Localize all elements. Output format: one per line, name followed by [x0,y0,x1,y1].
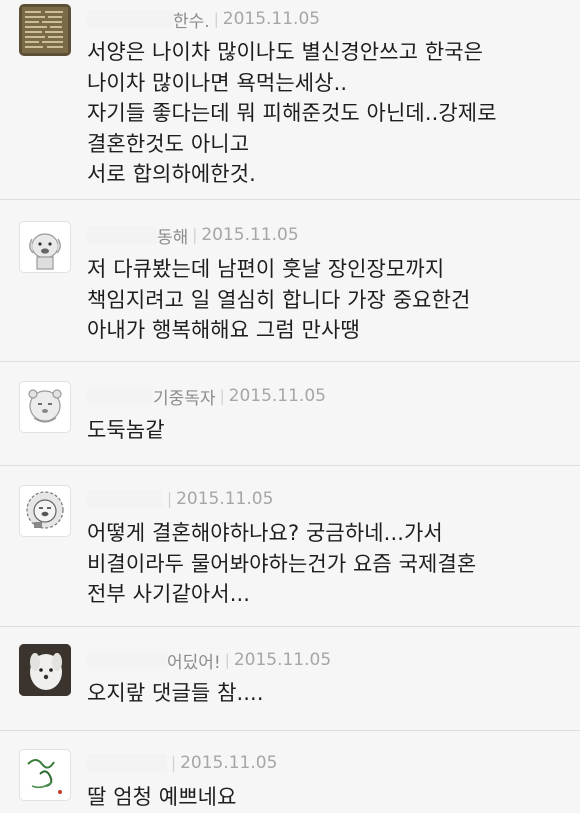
user-avatar[interactable] [19,221,71,273]
divider [0,465,580,466]
blurred-username [87,10,173,28]
meta-separator: | [224,651,230,669]
blurred-username [87,226,157,244]
comment-date: 2015.11.05 [180,753,278,773]
lion-character-icon [26,491,64,529]
meta-separator: | [171,754,177,772]
comment-author[interactable]: 동해 [157,223,188,248]
comment-meta: 한수. | 2015.11.05 [87,6,320,32]
blurred-username [87,387,153,405]
comment-meta: | 2015.11.05 [87,486,273,512]
comment-text: 도둑놈같 [87,418,165,442]
comment-date: 2015.11.05 [176,489,274,509]
comment-meta: 기중독자 | 2015.11.05 [87,383,326,409]
blurred-username [87,651,167,669]
comment-date: 2015.11.05 [201,225,299,245]
comment-list: 한수. | 2015.11.05 서양은 나이차 많이나도 별신경안쓰고 한국은… [0,0,580,812]
comment-date: 2015.11.05 [222,9,321,29]
comment-text: 저 다큐봤는데 남편이 훗날 장인장모까지 책임지려고 일 열심히 합니다 가장… [87,257,471,342]
comment-meta: 어딨어! | 2015.11.05 [87,647,331,673]
blurred-username [87,490,163,508]
comment-text: 어떻게 결혼해야하나요? 궁금하네...가서 비결이라두 물어봐야하는건가 요즘… [87,521,477,606]
meta-separator: | [213,10,219,28]
comment-author[interactable]: 어딨어! [167,648,221,673]
divider [0,626,580,627]
comment-date: 2015.11.05 [233,650,332,670]
comment-author[interactable]: 한수. [173,7,210,32]
dog-photo-icon [19,644,71,696]
divider [0,199,580,200]
meta-separator: | [219,387,225,405]
comment-text: 오지랖 댓글들 참.... [87,681,264,705]
comment-date: 2015.11.05 [228,386,326,406]
user-avatar[interactable] [19,4,71,56]
comment-text: 딸 엄청 예쁘네요 [87,785,237,809]
divider [0,361,580,362]
character-face-icon [28,389,62,423]
comment-author[interactable]: 기중독자 [153,384,216,409]
user-avatar[interactable] [19,485,71,537]
comment-meta: 동해 | 2015.11.05 [87,222,299,248]
divider [0,730,580,731]
user-avatar[interactable] [19,749,71,801]
user-avatar[interactable] [19,644,71,696]
dog-character-icon [29,233,61,270]
meta-separator: | [192,226,198,244]
user-avatar[interactable] [19,381,71,433]
blurred-username [87,754,167,772]
meta-separator: | [167,490,173,508]
comment-meta: | 2015.11.05 [87,750,277,776]
comment-text: 서양은 나이차 많이나도 별신경안쓰고 한국은 나이차 많이나면 욕먹는세상..… [87,40,497,186]
calligraphy-avatar-icon [27,759,62,794]
